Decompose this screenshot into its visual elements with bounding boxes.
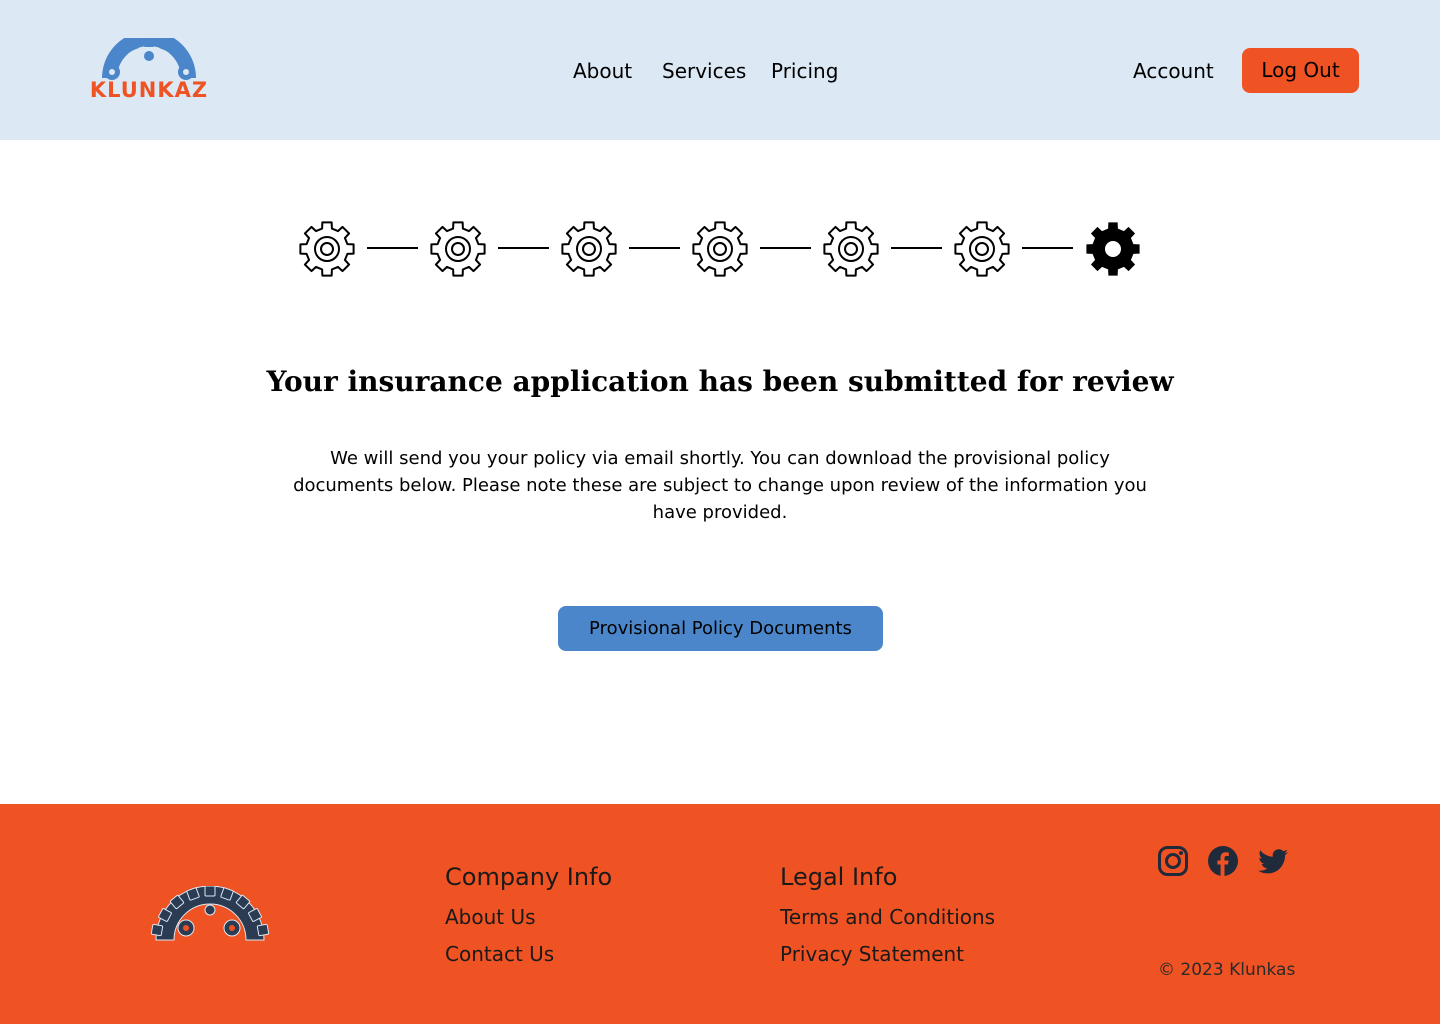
nav-services-link[interactable]: Services <box>662 59 746 83</box>
footer-gear-logo-icon <box>146 885 274 942</box>
gear-logo-icon <box>102 31 196 80</box>
nav-account[interactable]: Account <box>1133 56 1214 86</box>
step-2-gear-icon <box>429 220 487 278</box>
step-connector <box>891 247 942 249</box>
facebook-icon[interactable] <box>1207 845 1239 877</box>
company-info-heading: Company Info <box>445 863 613 891</box>
logout-button[interactable]: Log Out <box>1242 48 1359 93</box>
twitter-icon[interactable] <box>1257 845 1289 877</box>
step-3-gear-icon <box>560 220 618 278</box>
nav-pricing[interactable]: Pricing <box>771 56 838 86</box>
nav-pricing-link[interactable]: Pricing <box>771 59 838 83</box>
footer-about-us-link[interactable]: About Us <box>445 903 536 931</box>
step-7-gear-icon <box>1084 220 1142 278</box>
step-connector <box>367 247 418 249</box>
progress-stepper <box>298 220 1144 280</box>
provisional-documents-button[interactable]: Provisional Policy Documents <box>558 606 883 651</box>
step-connector <box>498 247 549 249</box>
instagram-icon[interactable] <box>1157 845 1189 877</box>
site-header: KLUNKAZ About Services Pricing Account L… <box>0 0 1440 140</box>
nav-services[interactable]: Services <box>662 56 746 86</box>
step-connector <box>1022 247 1073 249</box>
nav-account-link[interactable]: Account <box>1133 59 1214 83</box>
step-6-gear-icon <box>953 220 1011 278</box>
klunkaz-logo[interactable]: KLUNKAZ <box>78 31 220 102</box>
nav-about-link[interactable]: About <box>573 59 632 83</box>
footer-terms-link[interactable]: Terms and Conditions <box>780 903 995 931</box>
footer-contact-us-link[interactable]: Contact Us <box>445 940 554 968</box>
step-1-gear-icon <box>298 220 356 278</box>
copyright-text: © 2023 Klunkas <box>1158 960 1296 980</box>
logo-wordmark: KLUNKAZ <box>89 78 209 102</box>
step-connector <box>760 247 811 249</box>
step-4-gear-icon <box>691 220 749 278</box>
site-footer: Company Info About Us Contact Us Legal I… <box>0 804 1440 1024</box>
step-connector <box>629 247 680 249</box>
step-5-gear-icon <box>822 220 880 278</box>
footer-privacy-link[interactable]: Privacy Statement <box>780 940 964 968</box>
page-title: Your insurance application has been subm… <box>266 365 1174 398</box>
nav-about[interactable]: About <box>573 56 632 86</box>
legal-info-heading: Legal Info <box>780 863 898 891</box>
confirmation-description: We will send you your policy via email s… <box>293 448 1147 523</box>
